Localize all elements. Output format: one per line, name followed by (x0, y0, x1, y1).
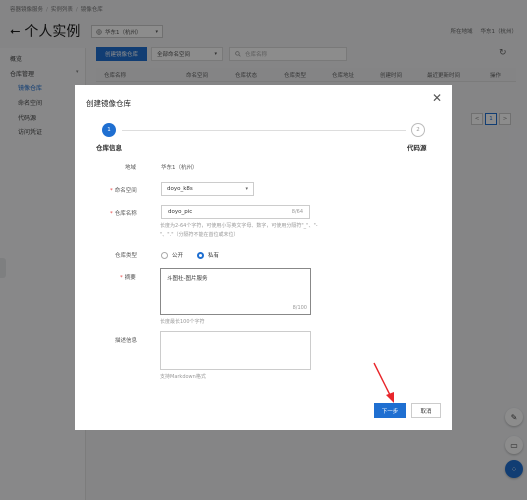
repo-name-input[interactable]: doyo_pic 8/64 (161, 205, 310, 219)
repo-name-hint: 长度为2-64个字符，可使用小写英文字母、数字，可使用分隔符"_"、"-"、".… (160, 223, 318, 238)
repo-name-field-label: * 仓库名称 (110, 211, 137, 217)
radio-label: 公开 (172, 253, 184, 259)
description-textarea[interactable] (160, 331, 311, 370)
chevron-down-icon: ▾ (245, 186, 248, 192)
dialog-title: 创建镜像仓库 (86, 99, 131, 108)
radio-circle (161, 251, 168, 259)
repo-name-value: doyo_pic (168, 209, 193, 215)
region-field-value: 华东1（杭州） (161, 165, 198, 171)
step-indicator-2: 2 (411, 123, 425, 137)
next-step-button[interactable]: 下一步 (374, 403, 406, 418)
repo-type-field-label: 仓库类型 (115, 253, 138, 259)
namespace-label-text: 命名空间 (114, 188, 137, 194)
description-hint: 支持Markdown格式 (160, 374, 206, 380)
repo-name-counter: 8/64 (291, 209, 303, 215)
repo-type-private-radio[interactable]: 私有 (197, 251, 219, 259)
radio-circle-selected (197, 251, 205, 259)
summary-label-text: 摘要 (124, 275, 136, 281)
summary-hint: 长度最长100个字符 (160, 319, 205, 325)
namespace-field-label: * 命名空间 (110, 188, 137, 194)
summary-counter: 8/100 (292, 305, 307, 311)
description-field-label: 描述信息 (115, 338, 138, 344)
summary-value: 斗图社-图片服务 (167, 276, 208, 282)
radio-label: 私有 (208, 253, 220, 259)
step-connector (122, 130, 406, 131)
create-repo-dialog: 创建镜像仓库 ✕ 1 2 仓库信息 代码源 地域 华东1（杭州） * 命名空间 d… (75, 85, 452, 430)
summary-field-label: * 摘要 (120, 275, 136, 281)
repo-name-label-text: 仓库名称 (114, 211, 137, 217)
repo-type-radio-group: 公开 私有 (161, 251, 219, 259)
summary-textarea[interactable]: 斗图社-图片服务 8/100 (160, 268, 311, 315)
repo-type-public-radio[interactable]: 公开 (161, 251, 183, 259)
step-label-code-source: 代码源 (407, 144, 427, 152)
close-icon[interactable]: ✕ (432, 92, 442, 104)
namespace-select[interactable]: doyo_k8s ▾ (161, 182, 254, 196)
cancel-button[interactable]: 取消 (411, 403, 441, 418)
region-field-label: 地域 (125, 165, 137, 171)
namespace-select-value: doyo_k8s (167, 186, 193, 192)
step-label-repo-info: 仓库信息 (96, 144, 122, 152)
step-indicator-1: 1 (102, 123, 116, 137)
